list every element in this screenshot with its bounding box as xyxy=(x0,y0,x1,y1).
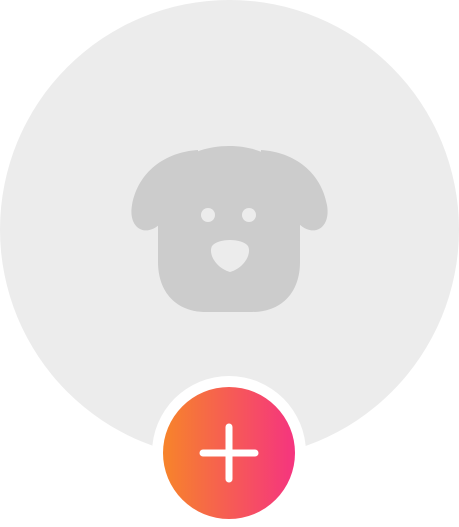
add-photo-button[interactable] xyxy=(152,376,306,527)
add-button-gradient[interactable] xyxy=(163,387,295,519)
plus-icon xyxy=(199,423,259,483)
avatar-picker xyxy=(0,0,459,527)
